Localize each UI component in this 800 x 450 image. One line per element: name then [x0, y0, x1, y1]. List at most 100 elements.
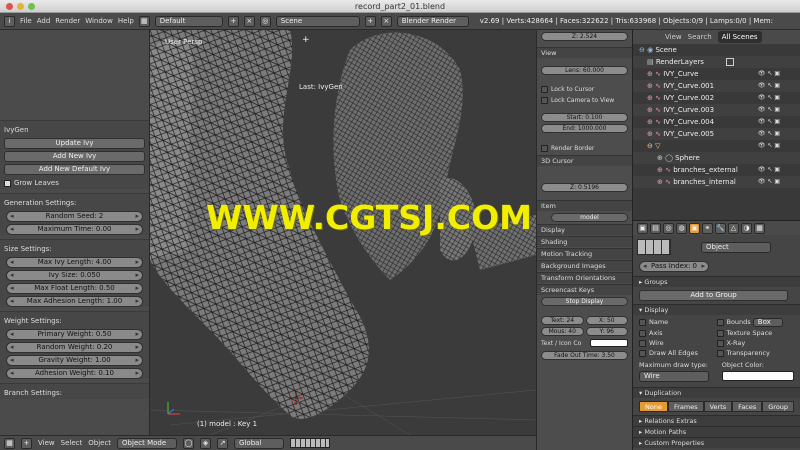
name-option[interactable]: Name: [639, 318, 717, 327]
ivygen-title[interactable]: IvyGen: [4, 124, 145, 136]
max-adhesion-length-slider[interactable]: Max Adhesion Length: 1.00: [6, 296, 143, 307]
display-header[interactable]: ▾ Display: [633, 304, 800, 315]
menu-view[interactable]: View: [38, 439, 55, 447]
outliner-row-ivy-curve-004[interactable]: ⊕ ∿ IVY_Curve.004 👁 ↖ ▣: [633, 116, 800, 128]
modifiers-tab-icon[interactable]: 🔧: [715, 222, 726, 234]
outliner-row-ivy-curve-003[interactable]: ⊕ ∿ IVY_Curve.003 👁 ↖ ▣: [633, 104, 800, 116]
remove-layout-icon[interactable]: ×: [243, 15, 255, 27]
item-name-field[interactable]: model: [551, 213, 628, 222]
transparency-option[interactable]: Transparency: [716, 349, 795, 357]
zoom-window-button[interactable]: [28, 3, 35, 10]
background-images-header[interactable]: Background Images: [537, 260, 632, 271]
custom-properties-header[interactable]: ▸ Custom Properties: [633, 437, 800, 448]
location-z-field[interactable]: Z: 2.524: [541, 32, 628, 41]
object-tab-icon[interactable]: ▣: [689, 222, 700, 234]
render-tab-icon[interactable]: ▣: [637, 222, 648, 234]
constraints-tab-icon[interactable]: ⚭: [702, 222, 713, 234]
clip-end-field[interactable]: End: 1000.000: [541, 124, 628, 133]
view-header[interactable]: View: [537, 47, 632, 58]
fade-out-time-field[interactable]: Fade Out Time: 3.50: [541, 351, 628, 360]
shading-icon[interactable]: ◯: [183, 437, 195, 449]
object-mode-select[interactable]: Object Mode: [117, 437, 178, 449]
render-engine-select[interactable]: Blender Render: [396, 15, 469, 27]
text-icon-color-swatch[interactable]: [590, 339, 628, 347]
random-weight-slider[interactable]: Random Weight: 0.20: [6, 342, 143, 353]
max-float-length-slider[interactable]: Max Float Length: 0.50: [6, 283, 143, 294]
stop-display-button[interactable]: Stop Display: [541, 297, 628, 306]
dup-faces-button[interactable]: Faces: [732, 401, 763, 412]
outliner-row-ivy-curve[interactable]: ⊕ ∿ IVY_Curve 👁 ↖ ▣: [633, 68, 800, 80]
grow-leaves-checkbox[interactable]: [4, 179, 11, 187]
menu-object[interactable]: Object: [88, 439, 111, 447]
pivot-icon[interactable]: ◈: [200, 437, 212, 449]
pass-index-field[interactable]: Pass Index: 0: [639, 261, 709, 272]
layers-tab-icon[interactable]: ▤: [650, 222, 661, 234]
dup-verts-button[interactable]: Verts: [703, 401, 733, 412]
world-tab-icon[interactable]: ◍: [676, 222, 687, 234]
outliner-row-branches-external[interactable]: ⊕ ∿ branches_external 👁 ↖ ▣: [633, 164, 800, 176]
outliner-row-ivy-curve-002[interactable]: ⊕ ∿ IVY_Curve.002 👁 ↖ ▣: [633, 92, 800, 104]
ivy-size-slider[interactable]: Ivy Size: 0.050: [6, 270, 143, 281]
menu-window[interactable]: Window: [85, 17, 113, 25]
shading-header[interactable]: Shading: [537, 236, 632, 247]
add-scene-icon[interactable]: +: [364, 15, 376, 27]
random-seed-slider[interactable]: Random Seed: 2: [6, 211, 143, 222]
editor-type-3d-icon[interactable]: ▦: [4, 437, 15, 449]
toggle-header-icon[interactable]: +: [21, 437, 32, 449]
primary-weight-slider[interactable]: Primary Weight: 0.50: [6, 329, 143, 340]
editor-type-icon[interactable]: i: [4, 15, 15, 27]
3d-cursor-header[interactable]: 3D Cursor: [537, 155, 632, 166]
menu-render[interactable]: Render: [55, 17, 80, 25]
add-to-group-button[interactable]: Add to Group: [639, 290, 788, 301]
outliner-row-branches-internal[interactable]: ⊕ ∿ branches_internal 👁 ↖ ▣: [633, 176, 800, 188]
max-draw-type-select[interactable]: Wire: [639, 371, 709, 382]
max-ivy-length-slider[interactable]: Max Ivy Length: 4.00: [6, 257, 143, 268]
screen-layout-field[interactable]: Default: [154, 15, 223, 27]
motion-paths-header[interactable]: ▸ Motion Paths: [633, 426, 800, 437]
bounds-type-select[interactable]: Box: [752, 318, 783, 327]
transform-orientation-select[interactable]: Global: [234, 437, 285, 449]
layer-grid[interactable]: [637, 239, 671, 255]
duplication-header[interactable]: ▾ Duplication: [633, 387, 800, 398]
menu-help[interactable]: Help: [118, 17, 134, 25]
cursor-z-field[interactable]: Z: 0.5196: [541, 183, 628, 192]
groups-header[interactable]: ▸ Groups: [633, 276, 800, 287]
outliner-row-model[interactable]: ⊖ ▽ 👁 ↖ ▣: [633, 140, 800, 152]
add-default-ivy-button[interactable]: Add New Default Ivy: [4, 164, 145, 175]
outliner-row-renderlayers[interactable]: ▤ RenderLayers: [633, 56, 800, 68]
screen-layout-icon[interactable]: ▦: [138, 15, 150, 27]
menu-add[interactable]: Add: [37, 17, 51, 25]
display-header[interactable]: Display: [537, 224, 632, 235]
outliner-row-sphere[interactable]: ⊕ ◯ Sphere: [633, 152, 800, 164]
outliner-row-scene[interactable]: ⊖ ◉ Scene: [633, 44, 800, 56]
draw-all-edges-option[interactable]: Draw All Edges: [639, 349, 717, 357]
adhesion-weight-slider[interactable]: Adhesion Weight: 0.10: [6, 368, 143, 379]
texture-tab-icon[interactable]: ▦: [754, 222, 765, 234]
tab-view[interactable]: View: [665, 33, 682, 41]
parent-object-field[interactable]: Object: [701, 241, 771, 253]
motion-tracking-header[interactable]: Motion Tracking: [537, 248, 632, 259]
tab-search[interactable]: Search: [688, 33, 712, 41]
axis-option[interactable]: Axis: [639, 329, 717, 337]
scene-icon[interactable]: ◎: [259, 15, 271, 27]
position-x-field[interactable]: X: 50: [585, 316, 628, 325]
xray-option[interactable]: X-Ray: [716, 339, 795, 347]
render-border-row[interactable]: Render Border: [541, 144, 628, 153]
outliner-row-ivy-curve-001[interactable]: ⊕ ∿ IVY_Curve.001 👁 ↖ ▣: [633, 80, 800, 92]
gravity-weight-slider[interactable]: Gravity Weight: 1.00: [6, 355, 143, 366]
texture-space-option[interactable]: Texture Space: [716, 329, 795, 337]
screencast-keys-header[interactable]: Screencast Keys: [537, 284, 632, 295]
update-ivy-button[interactable]: Update Ivy: [4, 138, 145, 149]
grow-leaves-row[interactable]: Grow Leaves: [4, 177, 145, 189]
add-layout-icon[interactable]: +: [227, 15, 239, 27]
panel-toggle-icon[interactable]: +: [302, 35, 310, 45]
lens-field[interactable]: Lens: 60.000: [541, 66, 628, 75]
object-color-swatch[interactable]: [722, 371, 794, 381]
position-y-field[interactable]: Y: 96: [585, 327, 628, 336]
lock-camera-row[interactable]: Lock Camera to View: [541, 96, 628, 105]
dup-none-button[interactable]: None: [639, 401, 668, 412]
remove-scene-icon[interactable]: ×: [380, 15, 392, 27]
scene-tab-icon[interactable]: ◎: [663, 222, 674, 234]
bounds-option[interactable]: Bounds Box: [716, 318, 795, 327]
text-size-field[interactable]: Text: 24: [541, 316, 584, 325]
